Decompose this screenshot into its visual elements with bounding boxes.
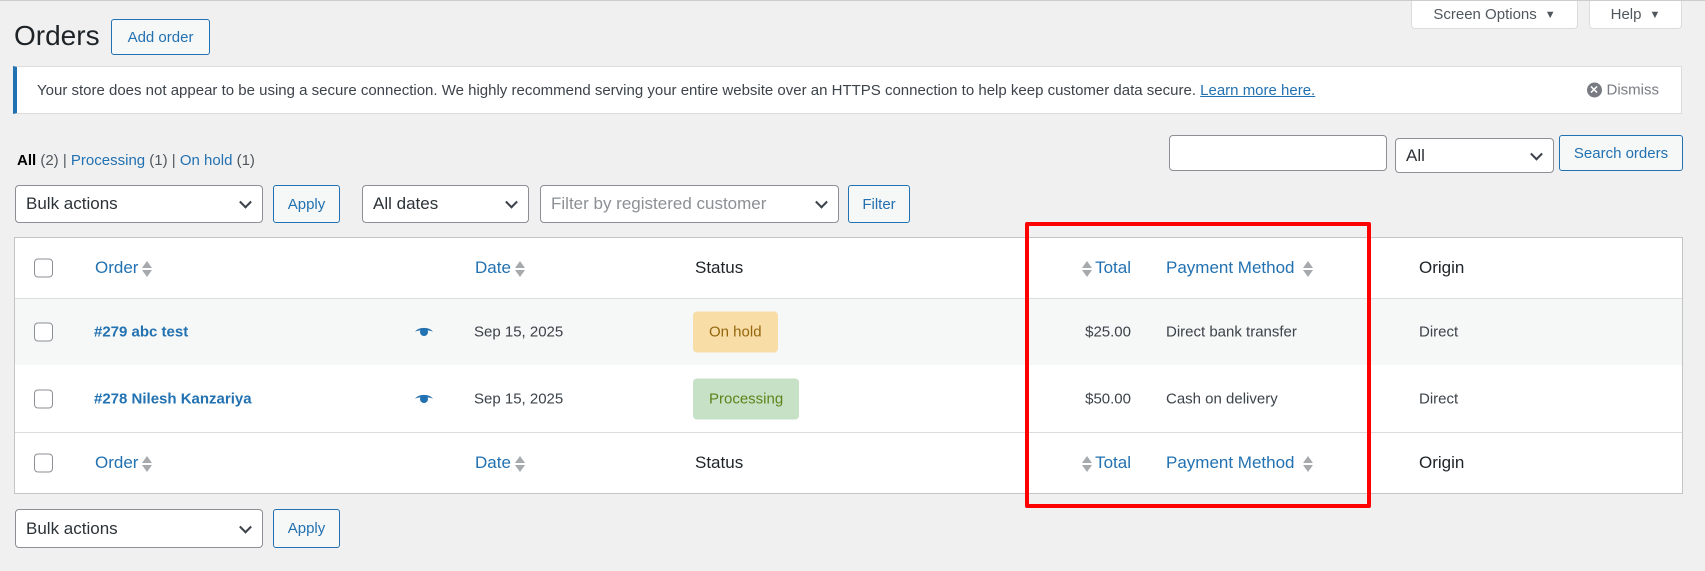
sort-icon [1302, 260, 1313, 278]
sort-icon [1302, 455, 1313, 473]
dates-select[interactable]: All dates [362, 185, 529, 223]
status-views: All (2) | Processing (1) | On hold (1) [17, 152, 255, 169]
eye-icon[interactable] [415, 327, 433, 338]
apply-button[interactable]: Apply [273, 185, 340, 223]
filter-button[interactable]: Filter [848, 185, 910, 223]
search-type-select[interactable]: All [1395, 138, 1554, 173]
column-payment-method[interactable]: Payment Method [1166, 258, 1313, 278]
column-total[interactable]: Total [1082, 453, 1131, 473]
customer-filter-select[interactable]: Filter by registered customer [540, 185, 839, 223]
column-status: Status [695, 258, 744, 277]
chevron-down-icon [239, 520, 252, 534]
dismiss-label: Dismiss [1606, 81, 1660, 99]
status-badge: On hold [693, 311, 778, 353]
bulk-actions-select[interactable]: Bulk actions [15, 185, 263, 223]
sort-icon [514, 260, 525, 278]
column-origin: Origin [1419, 258, 1465, 277]
select-all-checkbox[interactable] [34, 453, 53, 473]
table-row[interactable]: #279 abc test Sep 15, 2025 On hold $25.0… [15, 298, 1682, 365]
sort-icon [142, 260, 153, 278]
screen-options-tab[interactable]: Screen Options ▼ [1411, 1, 1578, 29]
payment-method: Direct bank transfer [1166, 323, 1297, 341]
column-total[interactable]: Total [1082, 258, 1131, 278]
sort-icon [1082, 455, 1093, 473]
column-date[interactable]: Date [475, 453, 525, 473]
column-date[interactable]: Date [475, 258, 525, 278]
column-order[interactable]: Order [95, 453, 153, 473]
view-processing[interactable]: Processing (1) [71, 152, 168, 169]
chevron-down-icon [239, 195, 252, 209]
order-origin: Direct [1419, 390, 1459, 407]
order-date: Sep 15, 2025 [474, 323, 564, 341]
sort-icon [142, 455, 153, 473]
close-circle-icon: ✕ [1586, 82, 1602, 98]
chevron-down-icon [815, 195, 828, 209]
orders-table: Order Date Status Total Payment Method O… [14, 237, 1683, 494]
column-order[interactable]: Order [95, 258, 153, 278]
add-order-button[interactable]: Add order [111, 19, 210, 55]
caret-down-icon: ▼ [1649, 8, 1661, 21]
screen-options-label: Screen Options [1433, 6, 1537, 23]
order-date: Sep 15, 2025 [474, 390, 564, 407]
dismiss-button[interactable]: ✕ Dismiss [1586, 81, 1660, 99]
status-badge: Processing [693, 378, 800, 419]
chevron-down-icon [505, 195, 518, 209]
table-header: Order Date Status Total Payment Method O… [15, 238, 1682, 298]
help-tab[interactable]: Help ▼ [1589, 1, 1682, 29]
eye-icon[interactable] [415, 393, 433, 404]
column-status: Status [695, 453, 744, 472]
order-total: $25.00 [1085, 323, 1131, 341]
select-all-checkbox[interactable] [34, 258, 53, 278]
payment-method: Cash on delivery [1166, 390, 1278, 407]
table-row[interactable]: #278 Nilesh Kanzariya Sep 15, 2025 Proce… [15, 365, 1682, 432]
page-title: Orders [14, 20, 100, 51]
view-on-hold[interactable]: On hold (1) [180, 152, 255, 169]
search-orders-button[interactable]: Search orders [1559, 135, 1683, 171]
chevron-down-icon [1530, 147, 1543, 161]
sort-icon [514, 455, 525, 473]
row-checkbox[interactable] [34, 389, 53, 408]
apply-button-bottom[interactable]: Apply [273, 509, 340, 548]
row-checkbox[interactable] [34, 322, 53, 342]
column-origin: Origin [1419, 453, 1465, 472]
table-footer: Order Date Status Total Payment Method O… [15, 432, 1682, 493]
bulk-actions-select-bottom[interactable]: Bulk actions [15, 509, 263, 548]
learn-more-link[interactable]: Learn more here. [1200, 82, 1315, 99]
notice-text: Your store does not appear to be using a… [37, 81, 1196, 99]
search-input[interactable] [1169, 135, 1387, 171]
view-all[interactable]: All (2) [17, 152, 59, 169]
sort-icon [1082, 260, 1093, 278]
column-payment-method[interactable]: Payment Method [1166, 453, 1313, 473]
order-total: $50.00 [1085, 390, 1131, 407]
caret-down-icon: ▼ [1544, 8, 1556, 21]
https-notice: Your store does not appear to be using a… [13, 66, 1682, 114]
order-origin: Direct [1419, 323, 1459, 341]
order-link[interactable]: #278 Nilesh Kanzariya [94, 390, 252, 407]
help-label: Help [1610, 6, 1642, 23]
order-link[interactable]: #279 abc test [94, 324, 188, 341]
